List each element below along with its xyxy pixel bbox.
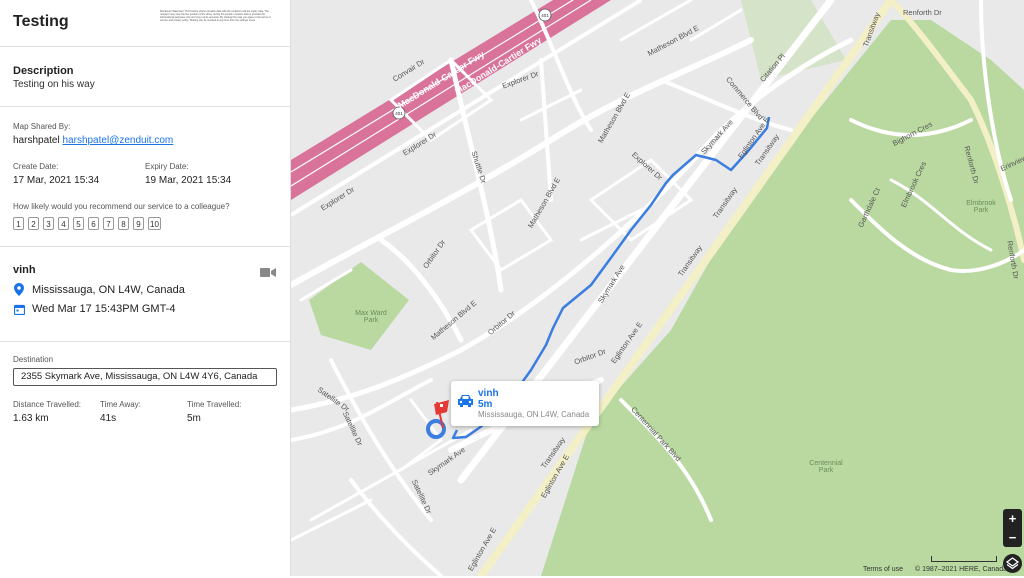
rating-button-6[interactable]: 6 <box>88 217 99 230</box>
map-pin-icon <box>13 283 25 296</box>
page-title: Testing <box>13 13 69 30</box>
destination-field[interactable]: 2355 Skymark Ave, Mississauga, ON L4W 4Y… <box>13 368 277 386</box>
freeway-lane <box>291 0 592 187</box>
shared-by-email-link[interactable]: harshpatel@zenduit.com <box>62 135 173 146</box>
map-label-renforth-top: Renforth Dr <box>903 8 942 17</box>
create-date-value: 17 Mar, 2021 15:34 <box>13 175 100 186</box>
time-away-label: Time Away: <box>100 400 141 409</box>
distance-label: Distance Travelled: <box>13 400 82 409</box>
layers-icon[interactable] <box>1003 554 1022 573</box>
rating-button-4[interactable]: 4 <box>58 217 69 230</box>
description-text: Testing on his way <box>13 79 95 90</box>
distance-stat: Distance Travelled: 1.63 km <box>13 400 100 424</box>
map-label-centennial-park: Centennial Park <box>809 460 843 474</box>
flag-icon <box>434 400 449 429</box>
popup-driver-name: vinh <box>478 388 499 399</box>
rating-scale: 1 2 3 4 5 6 7 8 9 10 <box>13 217 277 230</box>
time-away-value: 41s <box>100 413 117 424</box>
rating-button-3[interactable]: 3 <box>43 217 54 230</box>
expiry-date: Expiry Date: 19 Mar, 2021 15:34 <box>145 162 277 186</box>
zoom-in-button[interactable]: + <box>1003 509 1022 528</box>
map-canvas: 401 401 <box>291 0 1024 576</box>
destination-section: Destination 2355 Skymark Ave, Mississaug… <box>0 342 290 424</box>
map-copyright: © 1987–2021 HERE, Canada <box>915 566 1007 573</box>
distance-value: 1.63 km <box>13 413 49 424</box>
share-section: Map Shared By: harshpatel harshpatel@zen… <box>0 107 290 247</box>
popup-location: Mississauga, ON L4W, Canada <box>478 410 590 419</box>
zoom-out-button[interactable]: − <box>1003 528 1022 547</box>
shared-by-user: harshpatel harshpatel@zenduit.com <box>13 135 277 146</box>
driver-timestamp: Wed Mar 17 15:43PM GMT-4 <box>32 303 176 315</box>
recommend-survey: How likely would you recommend our servi… <box>13 202 277 230</box>
calendar-icon <box>13 304 25 315</box>
rating-button-9[interactable]: 9 <box>133 217 144 230</box>
video-camera-icon[interactable] <box>260 265 276 283</box>
freeway-service-road <box>291 0 643 217</box>
popup-duration: 5m <box>478 399 493 410</box>
shared-by-label: Map Shared By: <box>13 122 71 131</box>
shield-1-label: 401 <box>541 13 549 18</box>
description-section: Description Testing on his way <box>0 47 290 107</box>
shield-2-label: 401 <box>395 111 403 116</box>
rating-button-7[interactable]: 7 <box>103 217 114 230</box>
description-label: Description <box>13 65 74 77</box>
rating-button-1[interactable]: 1 <box>13 217 24 230</box>
driver-time-row: Wed Mar 17 15:43PM GMT-4 <box>13 303 277 315</box>
create-date-label: Create Date: <box>13 162 59 171</box>
terms-of-use-link[interactable]: Terms of use <box>863 566 903 573</box>
rating-button-8[interactable]: 8 <box>118 217 129 230</box>
rating-button-5[interactable]: 5 <box>73 217 84 230</box>
car-icon <box>457 394 474 412</box>
map-footer: Terms of use © 1987–2021 HERE, Canada <box>863 566 1017 573</box>
rating-button-10[interactable]: 10 <box>148 217 161 230</box>
info-sidebar: Testing Disclosure Statement: This featu… <box>0 0 291 576</box>
time-away-stat: Time Away: 41s <box>100 400 187 424</box>
time-travelled-label: Time Travelled: <box>187 400 242 409</box>
destination-label: Destination <box>13 355 54 364</box>
park-strip <box>741 0 846 80</box>
map-label-elmbrook-park: Elmbrook Park <box>966 200 996 214</box>
driver-popup[interactable]: vinh 5m Mississauga, ON L4W, Canada <box>451 381 599 426</box>
trip-stats: Distance Travelled: 1.63 km Time Away: 4… <box>13 400 277 424</box>
time-travelled-value: 5m <box>187 413 201 424</box>
header-bar: Testing Disclosure Statement: This featu… <box>0 0 290 47</box>
recommend-question: How likely would you recommend our servi… <box>13 202 230 211</box>
dates-row: Create Date: 17 Mar, 2021 15:34 Expiry D… <box>13 162 277 186</box>
disclosure-fine-print: Disclosure Statement: This feature share… <box>160 10 271 22</box>
map-view[interactable]: 401 401 MacDonald-Cartier Fwy MacDonald-… <box>291 0 1024 576</box>
create-date: Create Date: 17 Mar, 2021 15:34 <box>13 162 145 186</box>
rating-button-2[interactable]: 2 <box>28 217 39 230</box>
max-ward-park-area <box>309 262 409 350</box>
driver-location-row: Mississauga, ON L4W, Canada <box>13 283 277 296</box>
driver-section: vinh Mississauga, ON L4W, Canada Wed Mar… <box>0 247 290 342</box>
shared-by-name: harshpatel <box>13 135 60 146</box>
time-travelled-stat: Time Travelled: 5m <box>187 400 267 424</box>
driver-name: vinh <box>13 264 36 276</box>
expiry-date-label: Expiry Date: <box>145 162 189 171</box>
expiry-date-value: 19 Mar, 2021 15:34 <box>145 175 232 186</box>
map-label-max-ward-park: Max Ward Park <box>355 310 387 324</box>
map-scale-bar <box>931 556 997 562</box>
driver-location: Mississauga, ON L4W, Canada <box>32 283 185 296</box>
